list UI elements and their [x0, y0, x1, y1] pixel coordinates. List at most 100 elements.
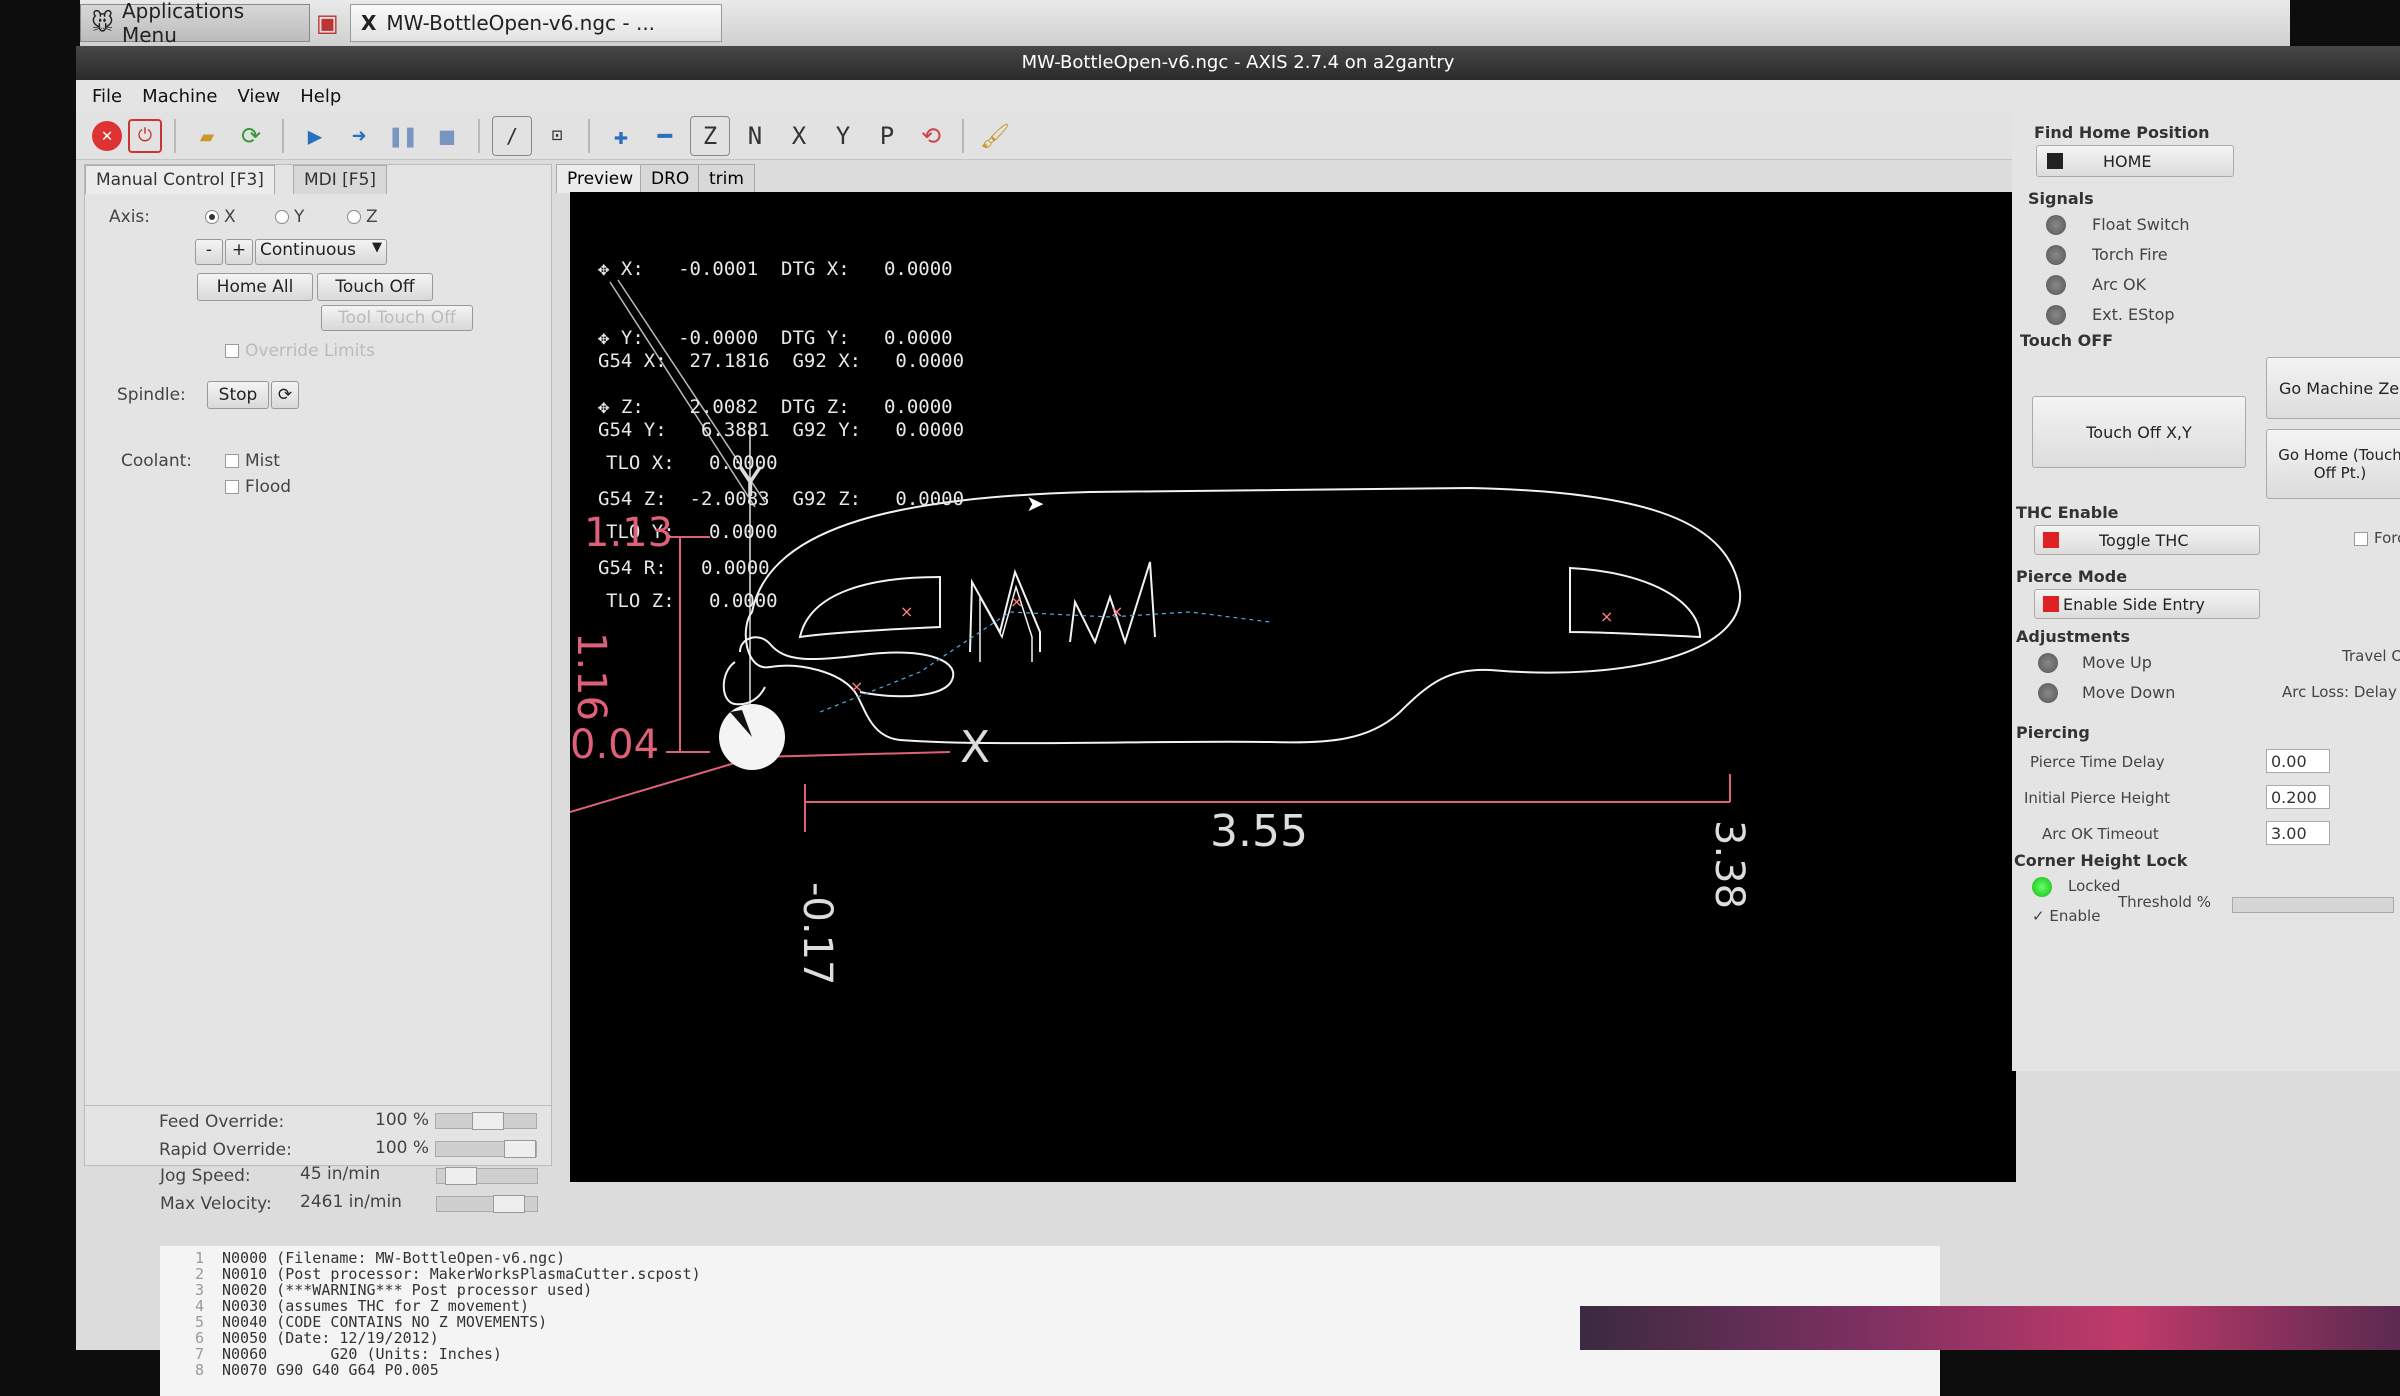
- axis-radio-x[interactable]: X: [205, 207, 236, 227]
- menu-help[interactable]: Help: [300, 86, 341, 107]
- float-switch-label: Float Switch: [2092, 215, 2190, 234]
- power-icon[interactable]: ⏻: [128, 118, 162, 153]
- slider-thumb[interactable]: [504, 1140, 536, 1158]
- taskbar-window-button[interactable]: X MW-BottleOpen-v6.ngc - ...: [350, 4, 722, 42]
- enable-side-entry-button[interactable]: Enable Side Entry: [2034, 589, 2260, 619]
- force-thc-checkbox[interactable]: Force THC Of: [2354, 529, 2400, 547]
- optional-stop-icon[interactable]: ⊡: [538, 117, 576, 155]
- menu-view[interactable]: View: [237, 86, 280, 107]
- toolbar-separator: [174, 118, 176, 153]
- axis-label: Axis:: [109, 207, 150, 227]
- enable-side-entry-label: Enable Side Entry: [2063, 594, 2205, 614]
- menu-machine[interactable]: Machine: [142, 86, 217, 107]
- tab-manual-control[interactable]: Manual Control [F3]: [85, 165, 275, 194]
- gcode-line: 3 N0020 (***WARNING*** Post processor use…: [168, 1282, 1940, 1298]
- hook-loop-path: [722, 661, 766, 706]
- reload-icon[interactable]: ⟳: [232, 117, 270, 155]
- clear-plot-icon[interactable]: 🖌: [976, 117, 1014, 155]
- toggle-thc-label: Toggle THC: [2099, 530, 2189, 550]
- spindle-brake-icon[interactable]: ⟳: [271, 381, 299, 409]
- rapid-override-slider[interactable]: [435, 1140, 537, 1158]
- block-delete-icon[interactable]: /: [492, 115, 532, 156]
- dro-x: X: -0.0001 DTG X: 0.0000: [620, 258, 953, 280]
- jog-mode-select[interactable]: Continuous ▼: [255, 239, 387, 265]
- tool-touch-off-button[interactable]: Tool Touch Off: [321, 305, 473, 331]
- arc-ok-timeout-input[interactable]: 3.00: [2266, 821, 2330, 845]
- plasma-control-panel: Find Home Position HOME Signals Float Sw…: [2012, 111, 2400, 1071]
- tab-dro[interactable]: DRO: [640, 164, 701, 193]
- feed-override-label: Feed Override:: [159, 1112, 285, 1132]
- spindle-label: Spindle:: [117, 385, 186, 405]
- jog-speed-slider[interactable]: [436, 1167, 538, 1185]
- view-y-icon[interactable]: Y: [824, 117, 862, 155]
- view-p-icon[interactable]: P: [868, 117, 906, 155]
- applications-menu-button[interactable]: 🐭 Applications Menu: [80, 0, 310, 47]
- feed-override-value: 100 %: [375, 1110, 430, 1130]
- view-z-icon[interactable]: Z: [690, 115, 730, 156]
- touch-off-xy-button[interactable]: Touch Off X,Y: [2032, 396, 2246, 468]
- initial-pierce-height-input[interactable]: 0.200: [2266, 785, 2330, 809]
- arc-ok-label: Arc OK: [2092, 275, 2147, 294]
- rapid-dotted-path: [819, 611, 1271, 713]
- toolbar: ✕ ⏻ ▰ ⟳ ▶ ➜ ❚❚ ■ / ⊡ ✚ ━ Z N X Y P ⟲ 🖌: [76, 112, 2016, 160]
- max-velocity-slider[interactable]: [436, 1195, 538, 1213]
- force-thc-label: Force THC Of: [2374, 529, 2400, 547]
- move-down-led[interactable]: [2038, 683, 2058, 703]
- ext-estop-led: [2046, 305, 2066, 325]
- tab-preview[interactable]: Preview: [556, 164, 645, 193]
- slider-thumb[interactable]: [445, 1167, 477, 1185]
- gcode-line: 1 N0000 (Filename: MW-BottleOpen-v6.ngc): [168, 1250, 1940, 1266]
- dim-top: 1.13: [584, 510, 674, 556]
- pierce-marker: ×: [1110, 602, 1123, 621]
- rotate-view-icon[interactable]: ⟲: [912, 117, 950, 155]
- view-z2-icon[interactable]: N: [736, 117, 774, 155]
- axis-radio-z[interactable]: Z: [347, 207, 378, 227]
- jog-minus-button[interactable]: -: [195, 239, 223, 265]
- applications-menu-label: Applications Menu: [121, 0, 245, 47]
- torch-fire-label: Torch Fire: [2092, 245, 2168, 264]
- home-button[interactable]: HOME: [2036, 145, 2234, 177]
- touch-off-button[interactable]: Touch Off: [317, 273, 433, 301]
- move-up-led[interactable]: [2038, 653, 2058, 673]
- launcher-icon[interactable]: ▣: [316, 4, 346, 42]
- step-icon[interactable]: ➜: [340, 117, 378, 155]
- x-window-icon: X: [361, 11, 377, 35]
- estop-icon[interactable]: ✕: [92, 120, 122, 151]
- toolpath-preview[interactable]: × × × × × ✥ X: -0.0001 DTG X: 0.0000 ✥ Y…: [570, 192, 2016, 1182]
- flood-checkbox[interactable]: Flood: [225, 477, 291, 497]
- tab-trim[interactable]: trim: [698, 164, 755, 193]
- go-machine-zero-button[interactable]: Go Machine Ze: [2266, 357, 2400, 419]
- coolant-label: Coolant:: [121, 451, 192, 471]
- zoom-in-icon[interactable]: ✚: [602, 117, 640, 155]
- feed-override-slider[interactable]: [435, 1112, 537, 1130]
- toggle-thc-button[interactable]: Toggle THC: [2034, 525, 2260, 555]
- jog-plus-button[interactable]: +: [225, 239, 253, 265]
- pierce-marker: ×: [1600, 607, 1613, 626]
- zoom-out-icon[interactable]: ━: [646, 117, 684, 155]
- spindle-stop-button[interactable]: Stop: [207, 381, 269, 409]
- line-number: 3: [194, 1281, 204, 1299]
- view-x-icon[interactable]: X: [780, 117, 818, 155]
- home-all-button[interactable]: Home All: [197, 273, 313, 301]
- dimension-line: [754, 751, 951, 758]
- enable-checkbox[interactable]: ✓ Enable: [2032, 907, 2100, 925]
- pause-icon[interactable]: ❚❚: [384, 117, 422, 155]
- locked-label: Locked: [2068, 877, 2121, 895]
- tab-mdi[interactable]: MDI [F5]: [293, 165, 388, 194]
- slider-thumb[interactable]: [472, 1112, 504, 1130]
- mist-checkbox[interactable]: Mist: [225, 451, 280, 471]
- stop-icon[interactable]: ■: [428, 117, 466, 155]
- threshold-label: Threshold %: [2118, 893, 2211, 911]
- override-limits-checkbox[interactable]: Override Limits: [225, 341, 375, 361]
- open-file-icon[interactable]: ▰: [188, 117, 226, 155]
- axis-radio-y[interactable]: Y: [275, 207, 304, 227]
- pierce-time-delay-input[interactable]: 0.00: [2266, 749, 2330, 773]
- dim-width: 3.55: [1210, 806, 1308, 857]
- menu-file[interactable]: File: [92, 86, 122, 107]
- go-home-button[interactable]: Go Home (Touch Off Pt.): [2266, 429, 2400, 499]
- gcode-text: N0070 G90 G40 G64 P0.005: [222, 1361, 439, 1379]
- run-icon[interactable]: ▶: [296, 117, 334, 155]
- threshold-slider[interactable]: [2232, 897, 2394, 913]
- max-velocity-value: 2461 in/min: [300, 1192, 402, 1212]
- slider-thumb[interactable]: [493, 1195, 525, 1213]
